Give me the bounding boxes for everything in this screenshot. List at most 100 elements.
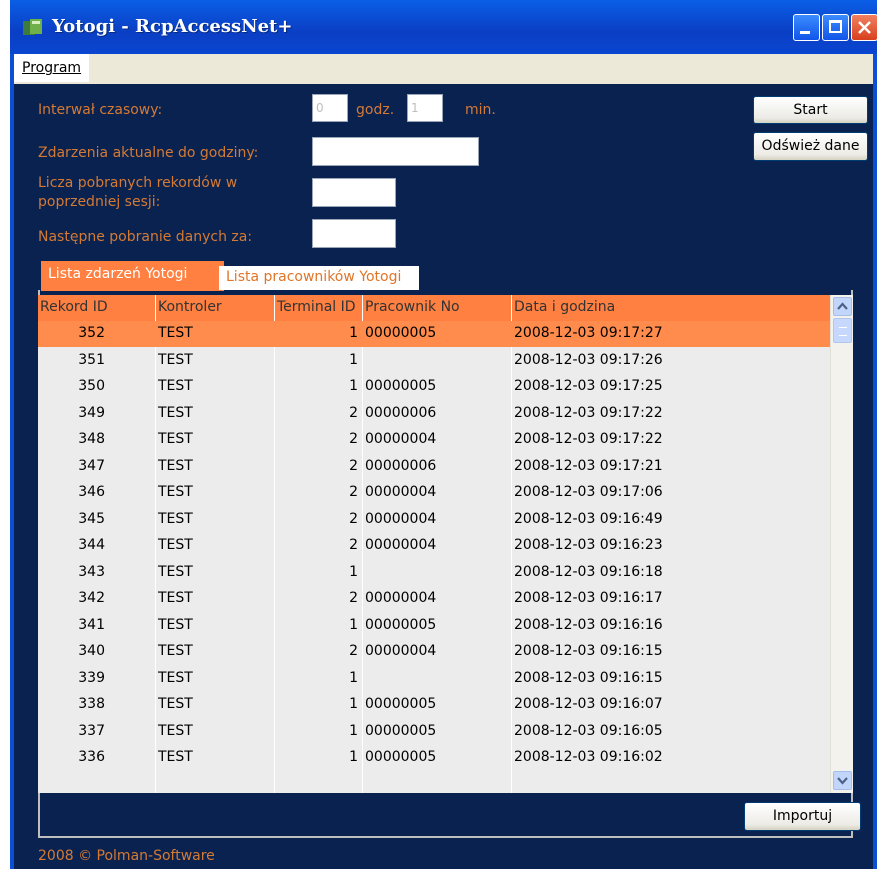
vertical-scrollbar[interactable] bbox=[830, 295, 853, 793]
cell-controller: TEST bbox=[158, 563, 193, 580]
table-row[interactable]: 345 TEST 2 00000004 2008-12-03 09:16:49 bbox=[38, 507, 838, 533]
cell-record-id: 346 bbox=[78, 484, 105, 500]
cell-datetime: 2008-12-03 09:16:18 bbox=[514, 563, 663, 580]
cell-datetime: 2008-12-03 09:16:05 bbox=[514, 722, 663, 739]
cell-terminal-id: 1 bbox=[349, 749, 358, 765]
cell-record-id: 337 bbox=[78, 722, 105, 739]
cell-controller: TEST bbox=[158, 643, 193, 659]
table-row[interactable]: 350 TEST 1 00000005 2008-12-03 09:17:25 bbox=[38, 374, 838, 400]
cell-record-id: 341 bbox=[78, 616, 105, 633]
cell-terminal-id: 1 bbox=[349, 722, 358, 739]
cell-terminal-id: 2 bbox=[349, 537, 358, 553]
cell-record-id: 338 bbox=[78, 696, 105, 712]
table-row[interactable]: 346 TEST 2 00000004 2008-12-03 09:17:06 bbox=[38, 480, 838, 506]
chevron-up-icon bbox=[837, 302, 848, 310]
table-row[interactable]: 347 TEST 2 00000006 2008-12-03 09:17:21 bbox=[38, 454, 838, 480]
header-controller[interactable]: Kontroler bbox=[158, 299, 222, 315]
cell-record-id: 352 bbox=[78, 325, 105, 341]
table-row[interactable]: 343 TEST 1 2008-12-03 09:16:18 bbox=[38, 560, 838, 586]
table-row[interactable]: 349 TEST 2 00000006 2008-12-03 09:17:22 bbox=[38, 401, 838, 427]
table-row[interactable]: 344 TEST 2 00000004 2008-12-03 09:16:23 bbox=[38, 533, 838, 559]
cell-record-id: 343 bbox=[78, 563, 105, 580]
next-fetch-label: Następne pobranie danych za: bbox=[38, 229, 253, 245]
cell-terminal-id: 2 bbox=[349, 431, 358, 447]
table-row[interactable]: 338 TEST 1 00000005 2008-12-03 09:16:07 bbox=[38, 692, 838, 718]
cell-record-id: 344 bbox=[78, 537, 105, 553]
cell-record-id: 340 bbox=[78, 643, 105, 659]
cell-terminal-id: 2 bbox=[349, 590, 358, 606]
table-row[interactable]: 341 TEST 1 00000005 2008-12-03 09:16:16 bbox=[38, 613, 838, 639]
close-icon bbox=[858, 21, 871, 34]
table-row[interactable]: 339 TEST 1 2008-12-03 09:16:15 bbox=[38, 666, 838, 692]
header-record-id[interactable]: Rekord ID bbox=[40, 299, 108, 315]
scroll-up-button[interactable] bbox=[833, 297, 852, 316]
menu-program[interactable]: Program bbox=[14, 54, 90, 82]
cell-datetime: 2008-12-03 09:16:07 bbox=[514, 696, 663, 712]
header-employee-no[interactable]: Pracownik No bbox=[365, 299, 460, 315]
cell-datetime: 2008-12-03 09:16:49 bbox=[514, 510, 663, 527]
cell-employee-no: 00000006 bbox=[365, 404, 437, 421]
cell-terminal-id: 1 bbox=[349, 325, 358, 341]
chevron-down-icon bbox=[837, 777, 848, 785]
cell-record-id: 351 bbox=[78, 351, 105, 368]
cell-employee-no: 00000006 bbox=[365, 457, 437, 474]
events-grid[interactable]: Rekord ID Kontroler Terminal ID Pracowni… bbox=[38, 295, 853, 793]
cell-terminal-id: 1 bbox=[349, 669, 358, 686]
header-terminal-id[interactable]: Terminal ID bbox=[277, 299, 356, 315]
header-datetime[interactable]: Data i godzina bbox=[514, 299, 615, 315]
import-button[interactable]: Importuj bbox=[744, 802, 861, 831]
scroll-down-button[interactable] bbox=[833, 771, 852, 790]
cell-datetime: 2008-12-03 09:17:21 bbox=[514, 457, 663, 474]
records-count-label: Licza pobranych rekordów w poprzedniej s… bbox=[38, 175, 238, 210]
table-row[interactable]: 351 TEST 1 2008-12-03 09:17:26 bbox=[38, 348, 838, 374]
title-bar[interactable]: Yotogi - RcpAccessNet+ bbox=[10, 0, 877, 54]
next-fetch-field[interactable] bbox=[312, 219, 396, 248]
cell-datetime: 2008-12-03 09:17:22 bbox=[514, 431, 663, 447]
minimize-button[interactable] bbox=[793, 14, 820, 41]
table-row[interactable]: 336 TEST 1 00000005 2008-12-03 09:16:02 bbox=[38, 745, 838, 771]
cell-datetime: 2008-12-03 09:17:06 bbox=[514, 484, 663, 500]
cell-terminal-id: 1 bbox=[349, 616, 358, 633]
cell-controller: TEST bbox=[158, 590, 193, 606]
hours-input[interactable]: 0 bbox=[312, 94, 348, 122]
cell-controller: TEST bbox=[158, 722, 193, 739]
cell-controller: TEST bbox=[158, 484, 193, 500]
table-row[interactable]: 348 TEST 2 00000004 2008-12-03 09:17:22 bbox=[38, 427, 838, 453]
table-row[interactable]: 342 TEST 2 00000004 2008-12-03 09:16:17 bbox=[38, 586, 838, 612]
table-row[interactable]: 352 TEST 1 00000005 2008-12-03 09:17:27 bbox=[38, 321, 838, 347]
minutes-input[interactable]: 1 bbox=[407, 94, 443, 122]
tab-events[interactable]: Lista zdarzeń Yotogi bbox=[41, 261, 224, 291]
cell-controller: TEST bbox=[158, 537, 193, 553]
cell-employee-no: 00000005 bbox=[365, 325, 437, 341]
cell-employee-no: 00000004 bbox=[365, 431, 437, 447]
refresh-button[interactable]: Odśwież dane bbox=[753, 132, 868, 161]
cell-employee-no: 00000004 bbox=[365, 484, 437, 500]
cell-employee-no: 00000005 bbox=[365, 378, 437, 394]
cell-datetime: 2008-12-03 09:16:23 bbox=[514, 537, 663, 553]
cell-employee-no: 00000005 bbox=[365, 749, 437, 765]
cell-datetime: 2008-12-03 09:17:25 bbox=[514, 378, 663, 394]
maximize-button[interactable] bbox=[822, 14, 849, 41]
start-button[interactable]: Start bbox=[753, 96, 868, 124]
cell-datetime: 2008-12-03 09:17:27 bbox=[514, 325, 663, 341]
cell-record-id: 342 bbox=[78, 590, 105, 606]
cell-record-id: 339 bbox=[78, 669, 105, 686]
interval-label: Interwał czasowy: bbox=[38, 102, 163, 118]
cell-terminal-id: 2 bbox=[349, 484, 358, 500]
events-until-field[interactable] bbox=[312, 137, 479, 166]
cell-controller: TEST bbox=[158, 378, 193, 394]
cell-record-id: 336 bbox=[78, 749, 105, 765]
records-count-field[interactable] bbox=[312, 178, 396, 207]
table-row[interactable]: 337 TEST 1 00000005 2008-12-03 09:16:05 bbox=[38, 719, 838, 745]
close-button[interactable] bbox=[851, 14, 877, 41]
cell-controller: TEST bbox=[158, 696, 193, 712]
minimize-icon bbox=[800, 31, 810, 34]
cell-controller: TEST bbox=[158, 669, 193, 686]
table-row[interactable]: 340 TEST 2 00000004 2008-12-03 09:16:15 bbox=[38, 639, 838, 665]
scroll-thumb[interactable] bbox=[833, 318, 852, 343]
cell-terminal-id: 2 bbox=[349, 404, 358, 421]
cell-controller: TEST bbox=[158, 351, 193, 368]
cell-record-id: 347 bbox=[78, 457, 105, 474]
tab-employees[interactable]: Lista pracowników Yotogi bbox=[219, 266, 419, 290]
cell-datetime: 2008-12-03 09:16:17 bbox=[514, 590, 663, 606]
